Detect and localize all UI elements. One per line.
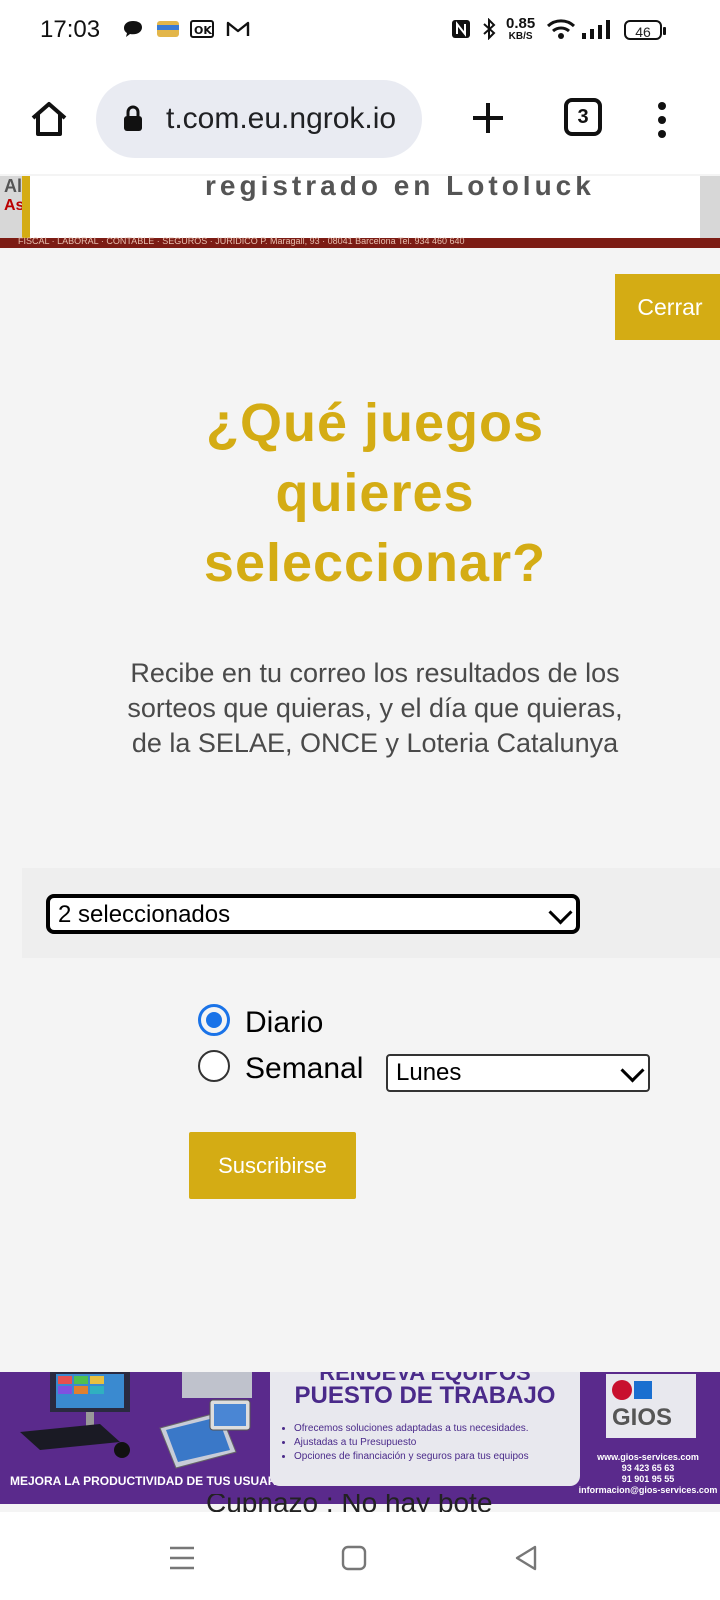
home-icon (31, 102, 67, 136)
page-subtitle: Recibe en tu correo los resultados de lo… (90, 656, 660, 761)
ad-bullet-list: Ofrecemos soluciones adaptadas a tus nec… (280, 1422, 529, 1464)
url-text: t.com.eu.ngrok.io (166, 102, 397, 135)
status-bar: 17:03 OK 0.85 KB/S 46 (0, 0, 720, 62)
dot-icon (658, 116, 666, 124)
top-banner-ad[interactable]: Al As registrado en Lotoluck FISCAL · LA… (0, 176, 720, 248)
games-select[interactable]: 2 seleccionados (46, 894, 580, 934)
dot-icon (658, 102, 666, 110)
page-title: ¿Qué juegos quieres seleccionar? (120, 388, 630, 598)
ad-tagline: MEJORA LA PRODUCTIVIDAD DE TUS USUARIOS (10, 1474, 298, 1488)
menu-lines-icon (170, 1546, 194, 1570)
network-speed: 0.85 KB/S (506, 16, 535, 43)
nfc-icon (450, 18, 472, 40)
ad-web: www.gios-services.com (597, 1452, 699, 1462)
wallet-app-icon (156, 18, 180, 40)
games-select-value: 2 seleccionados (58, 901, 231, 928)
browser-toolbar: t.com.eu.ngrok.io 3 (0, 62, 720, 174)
square-icon (341, 1545, 367, 1571)
radio-weekly-label[interactable]: Semanal (245, 1052, 363, 1086)
computer-devices-icon (20, 1372, 252, 1469)
ad-bullet: Ofrecemos soluciones adaptadas a tus nec… (294, 1422, 529, 1436)
weekday-select[interactable]: Lunes (386, 1054, 650, 1092)
ad-phone: 93 423 65 63 (621, 1463, 675, 1473)
recents-button[interactable] (164, 1540, 200, 1576)
banner-left-stub-text: As (4, 197, 25, 214)
new-tab-button[interactable] (464, 94, 512, 142)
plus-icon (473, 103, 503, 133)
banner-right-stub (700, 176, 720, 238)
chevron-down-icon (620, 1058, 645, 1083)
address-bar[interactable]: t.com.eu.ngrok.io (96, 80, 422, 158)
wifi-icon (546, 18, 576, 40)
ad-headline: PUESTO DE TRABAJO (294, 1382, 556, 1409)
battery-indicator: 46 (624, 20, 666, 40)
status-time: 17:03 (40, 16, 101, 43)
ad-text-panel: RENUEVA EQUIPOS PUESTO DE TRABAJO Ofrece… (270, 1372, 580, 1486)
radio-daily[interactable] (198, 1004, 230, 1036)
network-speed-unit: KB/S (508, 31, 533, 42)
title-line: seleccionar? (203, 533, 547, 593)
bluetooth-icon (480, 18, 498, 40)
weekday-select-value: Lunes (396, 1059, 462, 1086)
network-speed-value: 0.85 (506, 15, 536, 32)
overflow-menu-button[interactable] (648, 98, 676, 142)
signal-icon (582, 18, 614, 40)
behind-ad-text: Cupnazo : No hay bote (206, 1494, 493, 1512)
banner-accent-bar (22, 176, 30, 238)
banner-left-stub: Al As (0, 176, 25, 238)
tab-switcher-button[interactable]: 3 (564, 98, 602, 136)
home-nav-button[interactable] (336, 1540, 372, 1576)
back-button[interactable] (508, 1540, 544, 1576)
back-triangle-icon (515, 1545, 537, 1571)
radio-daily-label[interactable]: Diario (245, 1006, 323, 1040)
radio-weekly[interactable] (198, 1050, 230, 1082)
banner-red-strip: FISCAL · LABORAL · CONTABLE · SEGUROS · … (0, 236, 720, 248)
lock-icon (124, 105, 142, 131)
title-line: quieres (275, 463, 475, 523)
chat-bubble-icon (122, 18, 144, 40)
ad-phone: 91 901 95 55 (621, 1474, 675, 1484)
dot-icon (658, 130, 666, 138)
banner-inner: registrado en Lotoluck (30, 176, 700, 238)
title-line: ¿Qué juegos (205, 393, 545, 453)
subtitle-line: de la SELAE, ONCE y Loteria Catalunya (131, 728, 619, 758)
brand-name: GIOS (612, 1404, 673, 1431)
svg-text:OK: OK (194, 24, 212, 37)
banner-left-stub-text: Al (4, 176, 22, 196)
home-button[interactable] (26, 96, 72, 142)
subscribe-button[interactable]: Suscribirse (189, 1132, 356, 1199)
chevron-down-icon (548, 900, 573, 925)
banner-text: registrado en Lotoluck (205, 176, 595, 201)
close-button[interactable]: Cerrar (615, 274, 720, 340)
banner-strip-text: FISCAL · LABORAL · CONTABLE · SEGUROS · … (18, 236, 465, 246)
bottom-banner-ad[interactable]: MEJORA LA PRODUCTIVIDAD DE TUS USUARIOS … (0, 1372, 720, 1504)
gmail-icon (226, 18, 250, 40)
system-nav-bar (0, 1512, 720, 1600)
ad-bullet: Ajustadas a tu Presupuesto (294, 1436, 529, 1450)
ok-messenger-icon: OK (190, 18, 214, 40)
ad-bullet: Opciones de financiación y seguros para … (294, 1450, 529, 1464)
gios-logo: GIOS (606, 1374, 696, 1438)
ad-contact: www.gios-services.com 93 423 65 63 91 90… (578, 1452, 718, 1496)
subtitle-line: sorteos que quieras, y el día que quiera… (127, 693, 623, 723)
subtitle-line: Recibe en tu correo los resultados de lo… (130, 658, 620, 688)
